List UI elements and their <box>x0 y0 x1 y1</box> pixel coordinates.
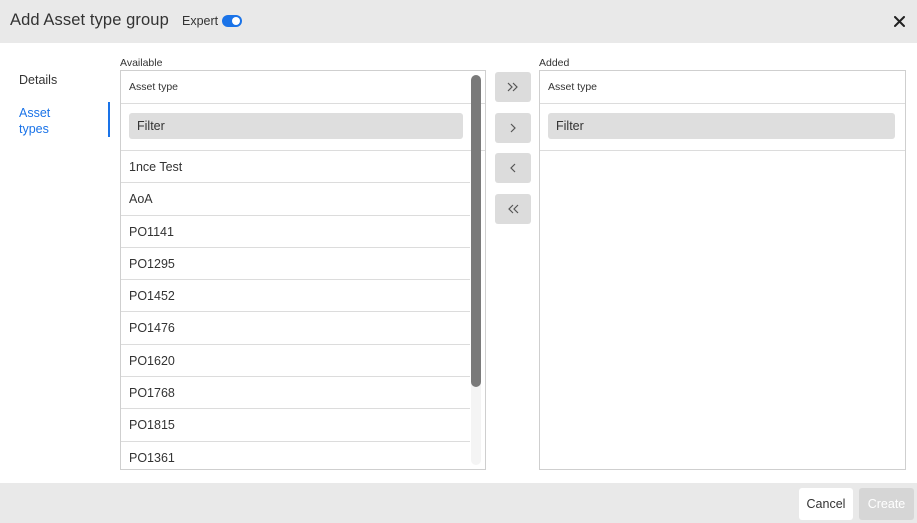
list-item[interactable]: 1nce Test <box>121 151 470 184</box>
list-item[interactable]: AoA <box>121 183 470 216</box>
added-list <box>540 151 889 469</box>
double-chevron-left-icon <box>508 204 519 214</box>
expert-toggle[interactable] <box>222 15 242 27</box>
dialog-header: Add Asset type group Expert <box>0 0 917 43</box>
added-filter-row <box>540 104 905 151</box>
expert-label: Expert <box>182 14 219 28</box>
available-scrollbar[interactable] <box>471 75 481 465</box>
toggle-knob <box>232 17 240 25</box>
list-item[interactable]: PO1768 <box>121 377 470 410</box>
cancel-button[interactable]: Cancel <box>799 488 853 520</box>
add-selected-button[interactable] <box>495 113 531 143</box>
create-button[interactable]: Create <box>859 488 914 520</box>
double-chevron-right-icon <box>507 82 518 92</box>
added-column-header: Asset type <box>540 71 905 104</box>
list-item[interactable]: PO1815 <box>121 409 470 442</box>
list-item[interactable]: PO1295 <box>121 248 470 281</box>
added-list-panel: Asset type <box>539 70 906 470</box>
list-item[interactable]: PO1361 <box>121 442 470 469</box>
available-list: 1nce Test AoA PO1141 PO1295 PO1452 PO1476 PO16… <box>121 151 470 469</box>
added-filter-input[interactable] <box>548 113 895 139</box>
list-item[interactable]: PO1141 <box>121 216 470 248</box>
nav-active-indicator <box>108 102 110 137</box>
add-all-button[interactable] <box>495 72 531 102</box>
list-item[interactable]: PO1620 <box>121 345 470 378</box>
available-filter-row <box>121 104 485 151</box>
available-label: Available <box>120 57 163 69</box>
nav-item-asset-types[interactable]: Asset types <box>19 105 79 137</box>
list-item[interactable]: PO1452 <box>121 280 470 313</box>
available-column-header: Asset type <box>121 71 485 104</box>
chevron-left-icon <box>510 163 516 173</box>
available-list-panel: Asset type 1nce TestAoAPO1141PO1295PO145… <box>120 70 486 470</box>
added-label: Added <box>539 57 570 69</box>
list-item[interactable]: PO1476 <box>121 312 470 345</box>
dialog-title: Add Asset type group <box>10 11 169 29</box>
available-filter-input[interactable] <box>129 113 463 139</box>
remove-all-button[interactable] <box>495 194 531 224</box>
dialog-footer: Cancel Create <box>0 483 917 523</box>
chevron-right-icon <box>510 123 516 133</box>
close-icon <box>893 15 905 27</box>
remove-selected-button[interactable] <box>495 153 531 183</box>
nav-item-details[interactable]: Details <box>19 72 57 88</box>
available-scrollbar-thumb[interactable] <box>471 75 481 387</box>
close-button[interactable] <box>888 10 910 32</box>
